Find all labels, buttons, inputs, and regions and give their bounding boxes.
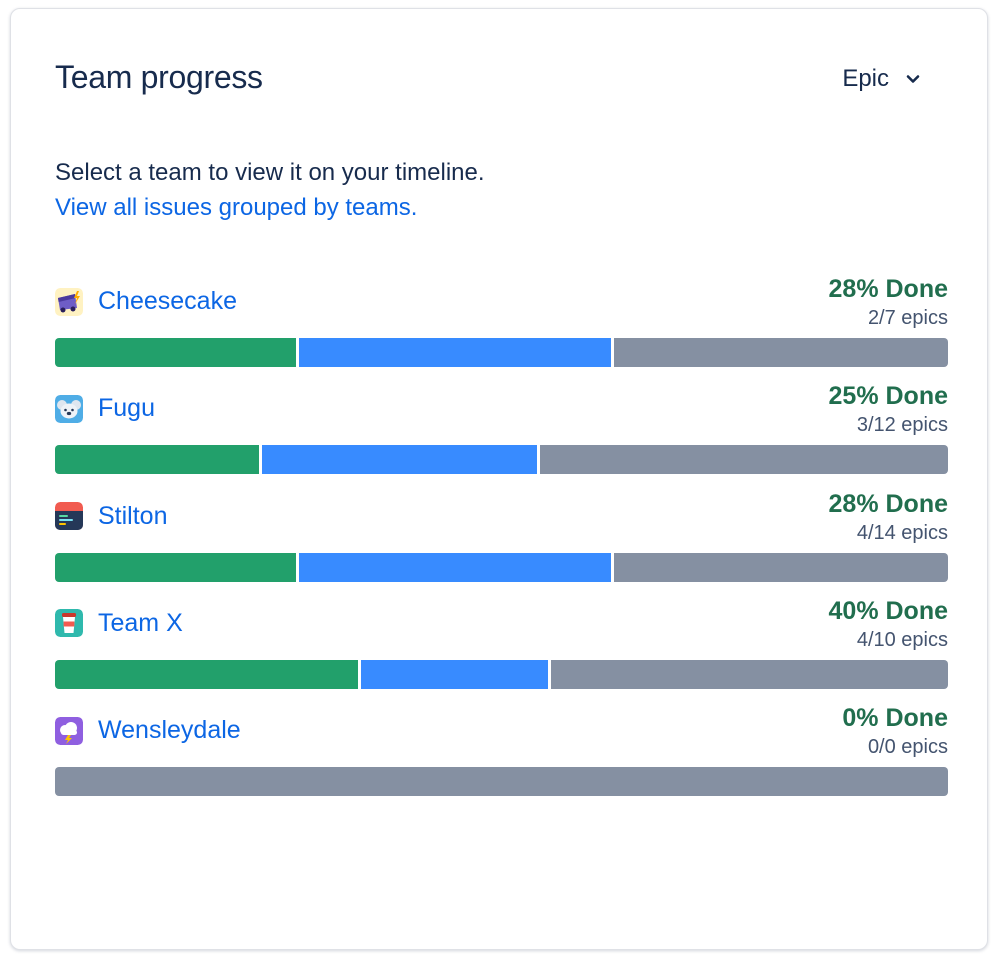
progress-segment-to-do xyxy=(614,338,948,367)
team-stats: 0% Done 0/0 epics xyxy=(842,702,948,760)
team-link-team-x[interactable]: Team X xyxy=(55,609,183,638)
panel-title: Team progress xyxy=(55,59,263,95)
team-header: Team X 40% Done 4/10 epics xyxy=(55,591,948,655)
progress-segment-done xyxy=(55,659,359,689)
storm-cloud-team-icon xyxy=(55,716,83,745)
progress-segment-done xyxy=(55,338,297,367)
done-percentage: 28% Done xyxy=(828,275,948,303)
intro-text: Select a team to view it on your timelin… xyxy=(55,159,485,186)
progress-segment-done xyxy=(55,552,297,582)
team-row-wensleydale: Wensleydale 0% Done 0/0 epics xyxy=(55,698,948,805)
chevron-down-icon xyxy=(906,75,920,83)
progress-segment-in-progress xyxy=(361,659,548,689)
team-list: Cheesecake 28% Done 2/7 epics Fugu 25% D… xyxy=(55,269,948,805)
team-stats: 28% Done 4/14 epics xyxy=(829,488,948,546)
progress-bar[interactable] xyxy=(55,338,948,367)
team-stats: 28% Done 2/7 epics xyxy=(829,273,948,331)
team-row-stilton: Stilton 28% Done 4/14 epics xyxy=(55,484,948,591)
team-link-wensleydale[interactable]: Wensleydale xyxy=(55,716,241,745)
cheesecake-team-icon xyxy=(55,287,83,316)
team-header: Fugu 25% Done 3/12 epics xyxy=(55,376,948,440)
team-name: Fugu xyxy=(98,394,155,423)
progress-segment-to-do xyxy=(614,552,948,582)
done-percentage: 28% Done xyxy=(828,489,948,518)
team-header: Wensleydale 0% Done 0/0 epics xyxy=(55,698,948,762)
grouping-dropdown[interactable]: Epic xyxy=(842,65,921,93)
team-row-fugu: Fugu 25% Done 3/12 epics xyxy=(55,376,948,483)
done-percentage: 40% Done xyxy=(828,596,948,625)
progress-segment-in-progress xyxy=(299,552,612,582)
epics-count: 0/0 epics xyxy=(867,736,948,758)
view-all-issues-link[interactable]: View all issues grouped by teams. xyxy=(55,194,417,221)
epics-count: 3/12 epics xyxy=(856,414,948,437)
progress-segment-done xyxy=(55,445,260,475)
team-name: Stilton xyxy=(98,501,168,530)
epics-count: 4/14 epics xyxy=(856,521,948,544)
team-name: Cheesecake xyxy=(98,287,237,315)
progress-segment-in-progress xyxy=(262,445,537,475)
team-link-fugu[interactable]: Fugu xyxy=(55,394,155,423)
progress-bar[interactable] xyxy=(55,659,948,689)
grouping-dropdown-label: Epic xyxy=(842,65,889,92)
team-header: Stilton 28% Done 4/14 epics xyxy=(55,484,948,548)
epics-count: 4/10 epics xyxy=(856,628,948,651)
progress-bar[interactable] xyxy=(55,445,948,475)
progress-segment-to-do xyxy=(550,659,948,689)
team-progress-card: Team progress Epic Select a team to view… xyxy=(10,8,988,950)
team-stats: 40% Done 4/10 epics xyxy=(829,595,948,653)
team-name: Team X xyxy=(98,608,183,637)
progress-bar[interactable] xyxy=(55,552,948,582)
team-link-stilton[interactable]: Stilton xyxy=(55,502,167,531)
code-window-team-icon xyxy=(55,502,83,530)
done-percentage: 0% Done xyxy=(842,704,948,732)
team-header: Cheesecake 28% Done 2/7 epics xyxy=(55,269,948,333)
progress-segment-to-do xyxy=(539,445,948,475)
progress-segment-in-progress xyxy=(299,338,612,367)
done-percentage: 25% Done xyxy=(828,382,948,411)
team-name: Wensleydale xyxy=(98,716,241,744)
progress-segment-to-do xyxy=(55,767,948,796)
team-stats: 25% Done 3/12 epics xyxy=(829,380,948,438)
team-link-cheesecake[interactable]: Cheesecake xyxy=(55,287,237,316)
progress-bar[interactable] xyxy=(55,767,948,796)
team-row-cheesecake: Cheesecake 28% Done 2/7 epics xyxy=(55,269,948,376)
intro-text-block: Select a team to view it on your timelin… xyxy=(55,155,485,225)
coffee-cup-team-icon xyxy=(55,609,83,638)
koala-team-icon xyxy=(55,394,83,423)
team-row-team-x: Team X 40% Done 4/10 epics xyxy=(55,591,948,698)
epics-count: 2/7 epics xyxy=(867,307,948,329)
